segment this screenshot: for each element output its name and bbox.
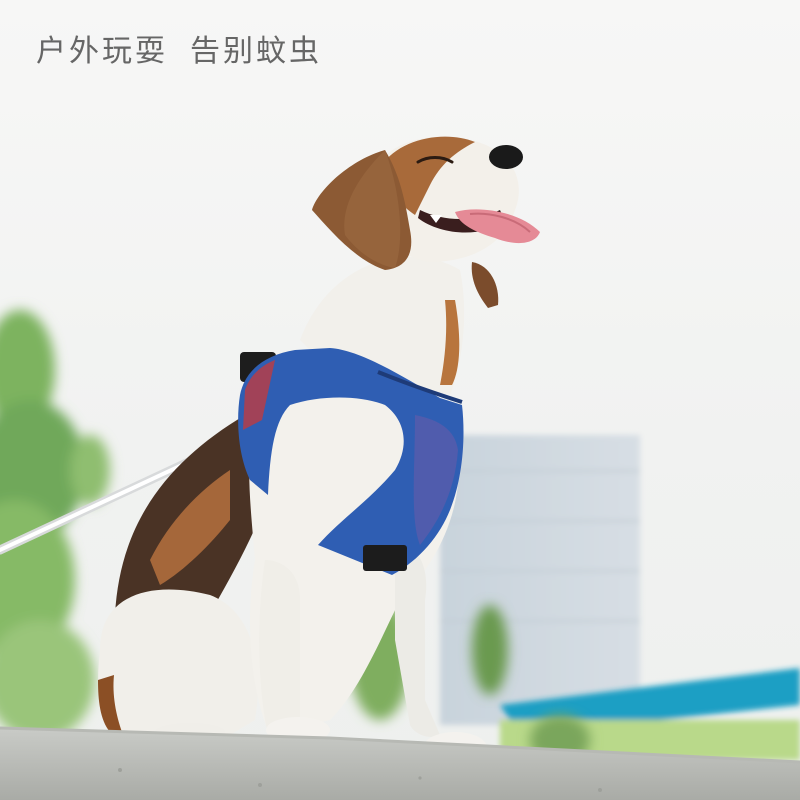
caption-part-2: 告别蚊虫	[190, 34, 322, 69]
product-photo: 户外玩耍 告别蚊虫	[0, 0, 800, 800]
headline-caption: 户外玩耍 告别蚊虫	[36, 26, 322, 70]
caption-part-1: 户外玩耍	[36, 34, 168, 69]
harness-buckle-icon	[363, 545, 407, 571]
scene-illustration	[0, 136, 800, 800]
background-building	[440, 435, 640, 725]
